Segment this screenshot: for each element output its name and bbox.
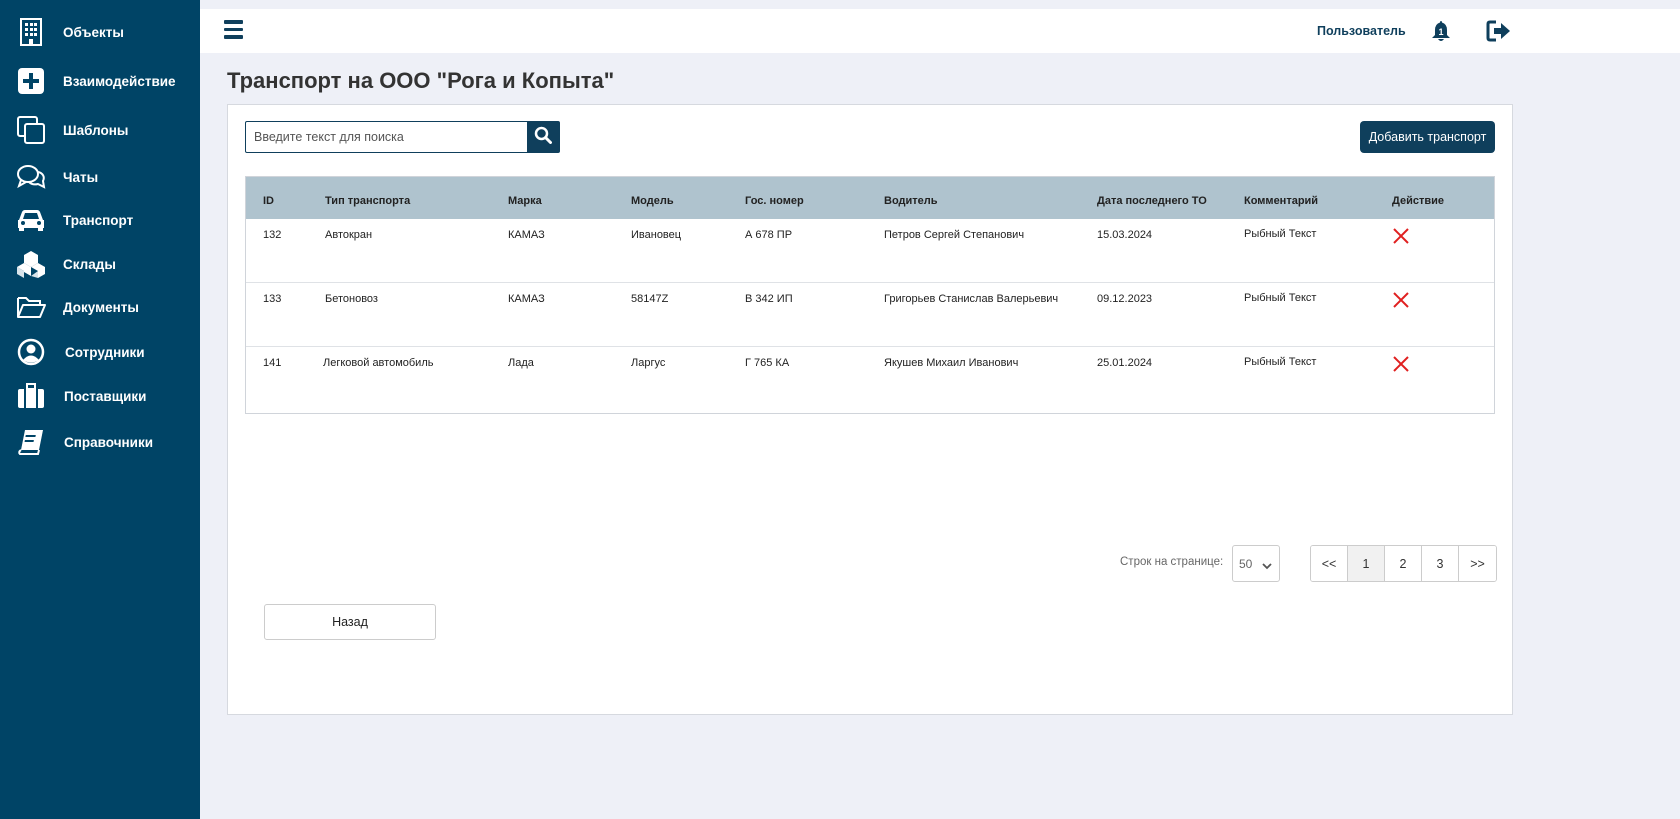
sidebar-item-employees[interactable]: Сотрудники xyxy=(0,332,200,372)
svg-text:1: 1 xyxy=(1438,27,1443,37)
page-2-button[interactable]: 2 xyxy=(1385,546,1422,581)
column-header-plate: Гос. номер xyxy=(745,195,804,207)
folder-open-icon xyxy=(16,292,46,322)
sidebar-item-warehouses[interactable]: Склады xyxy=(0,244,200,284)
pagination: << 1 2 3 >> xyxy=(1310,545,1497,582)
column-header-model: Модель xyxy=(631,195,674,207)
search-icon xyxy=(534,126,552,149)
sidebar-item-label: Шаблоны xyxy=(63,122,129,138)
car-icon xyxy=(16,205,46,235)
cell-id: 133 xyxy=(263,293,282,305)
column-header-comment: Комментарий xyxy=(1244,195,1319,207)
cell-type: Бетоновоз xyxy=(325,293,378,305)
table-header: ID Тип транспорта Марка Модель Гос. номе… xyxy=(246,177,1494,219)
sidebar-item-suppliers[interactable]: Поставщики xyxy=(0,376,200,416)
table-row: 133 Бетоновоз КАМАЗ 58147Z В 342 ИП Григ… xyxy=(246,283,1494,347)
page-last-button[interactable]: >> xyxy=(1459,546,1496,581)
sidebar-item-objects[interactable]: Объекты xyxy=(0,12,200,52)
briefcase-icon xyxy=(16,381,46,411)
cell-comment: Рыбный Текст xyxy=(1244,356,1317,368)
table-row: 132 Автокран КАМАЗ Ивановец А 678 ПР Пет… xyxy=(246,219,1494,283)
rows-per-page-label: Строк на странице: xyxy=(1120,556,1224,568)
rows-per-page-select[interactable]: 50 xyxy=(1232,545,1280,582)
page-title: Транспорт на ООО "Рога и Копыта" xyxy=(227,68,615,93)
cell-comment: Рыбный Текст xyxy=(1244,228,1317,240)
search-bar xyxy=(245,121,560,153)
cell-last-service: 09.12.2023 xyxy=(1097,293,1153,305)
column-header-id: ID xyxy=(263,195,274,207)
cell-id: 141 xyxy=(263,357,282,369)
column-header-brand: Марка xyxy=(508,195,542,207)
column-header-action: Действие xyxy=(1392,195,1444,207)
delete-icon[interactable] xyxy=(1392,355,1410,373)
rows-per-page-value: 50 xyxy=(1239,556,1253,571)
chevron-down-icon xyxy=(1262,559,1272,573)
sidebar-item-label: Транспорт xyxy=(63,212,134,228)
cell-driver: Якушев Михаил Иванович xyxy=(884,357,1019,369)
sidebar-item-label: Справочники xyxy=(64,434,154,450)
cell-brand: КАМАЗ xyxy=(508,293,545,305)
page-first-button[interactable]: << xyxy=(1311,546,1348,581)
sidebar-item-interaction[interactable]: Взаимодействие xyxy=(0,61,200,101)
book-icon xyxy=(16,427,46,457)
sidebar-item-label: Сотрудники xyxy=(65,344,145,360)
copy-icon xyxy=(16,115,46,145)
bell-icon[interactable]: 1 xyxy=(1431,20,1451,42)
table-row: 141 Легковой автомобиль Лада Ларгус Г 76… xyxy=(246,347,1494,411)
cell-model: Ларгус xyxy=(631,357,666,369)
sidebar-item-label: Поставщики xyxy=(64,388,147,404)
cell-last-service: 15.03.2024 xyxy=(1097,229,1153,241)
building-icon xyxy=(16,17,46,47)
user-menu[interactable]: Пользователь xyxy=(1317,24,1406,38)
sidebar-item-label: Документы xyxy=(63,299,139,315)
delete-icon[interactable] xyxy=(1392,291,1410,309)
cell-type: Легковой автомобиль xyxy=(323,357,434,369)
page-3-button[interactable]: 3 xyxy=(1422,546,1459,581)
menu-icon[interactable] xyxy=(224,20,244,40)
column-header-driver: Водитель xyxy=(884,195,938,207)
sidebar-item-label: Чаты xyxy=(63,169,99,185)
search-input[interactable] xyxy=(246,122,527,152)
cell-comment: Рыбный Текст xyxy=(1244,292,1317,304)
sidebar-item-label: Объекты xyxy=(63,24,124,40)
column-header-last-service: Дата последнего ТО xyxy=(1097,195,1207,207)
cell-last-service: 25.01.2024 xyxy=(1097,357,1153,369)
add-transport-button[interactable]: Добавить транспорт xyxy=(1360,121,1495,153)
transport-panel: Добавить транспорт ID Тип транспорта Мар… xyxy=(227,104,1513,715)
transport-table: ID Тип транспорта Марка Модель Гос. номе… xyxy=(245,176,1495,414)
cell-plate: Г 765 КА xyxy=(745,357,790,369)
cell-model: Ивановец xyxy=(631,229,682,241)
sidebar: Объекты Взаимодействие Шаблоны Чаты Тран… xyxy=(0,0,200,819)
user-circle-icon xyxy=(16,337,46,367)
chat-icon xyxy=(16,162,46,192)
cell-id: 132 xyxy=(263,229,282,241)
back-button[interactable]: Назад xyxy=(264,604,436,640)
cell-brand: Лада xyxy=(508,357,534,369)
cell-brand: КАМАЗ xyxy=(508,229,545,241)
cell-type: Автокран xyxy=(325,229,373,241)
cell-plate: А 678 ПР xyxy=(745,229,793,241)
column-header-type: Тип транспорта xyxy=(325,195,411,207)
sidebar-item-label: Взаимодействие xyxy=(63,73,176,89)
search-button[interactable] xyxy=(527,122,559,152)
cell-driver: Григорьев Станислав Валерьевич xyxy=(884,293,1059,305)
boxes-icon xyxy=(16,249,46,279)
top-bar: Пользователь 1 xyxy=(200,9,1680,53)
sidebar-item-references[interactable]: Справочники xyxy=(0,422,200,462)
sidebar-item-label: Склады xyxy=(63,256,116,272)
sidebar-item-documents[interactable]: Документы xyxy=(0,287,200,327)
logout-icon[interactable] xyxy=(1486,19,1512,43)
cell-plate: В 342 ИП xyxy=(745,293,793,305)
cell-driver: Петров Сергей Степанович xyxy=(884,229,1025,241)
delete-icon[interactable] xyxy=(1392,227,1410,245)
sidebar-item-transport[interactable]: Транспорт xyxy=(0,200,200,240)
sidebar-item-chats[interactable]: Чаты xyxy=(0,157,200,197)
plus-square-icon xyxy=(16,66,46,96)
sidebar-item-templates[interactable]: Шаблоны xyxy=(0,110,200,150)
cell-model: 58147Z xyxy=(631,293,669,305)
page-1-button[interactable]: 1 xyxy=(1348,546,1385,581)
